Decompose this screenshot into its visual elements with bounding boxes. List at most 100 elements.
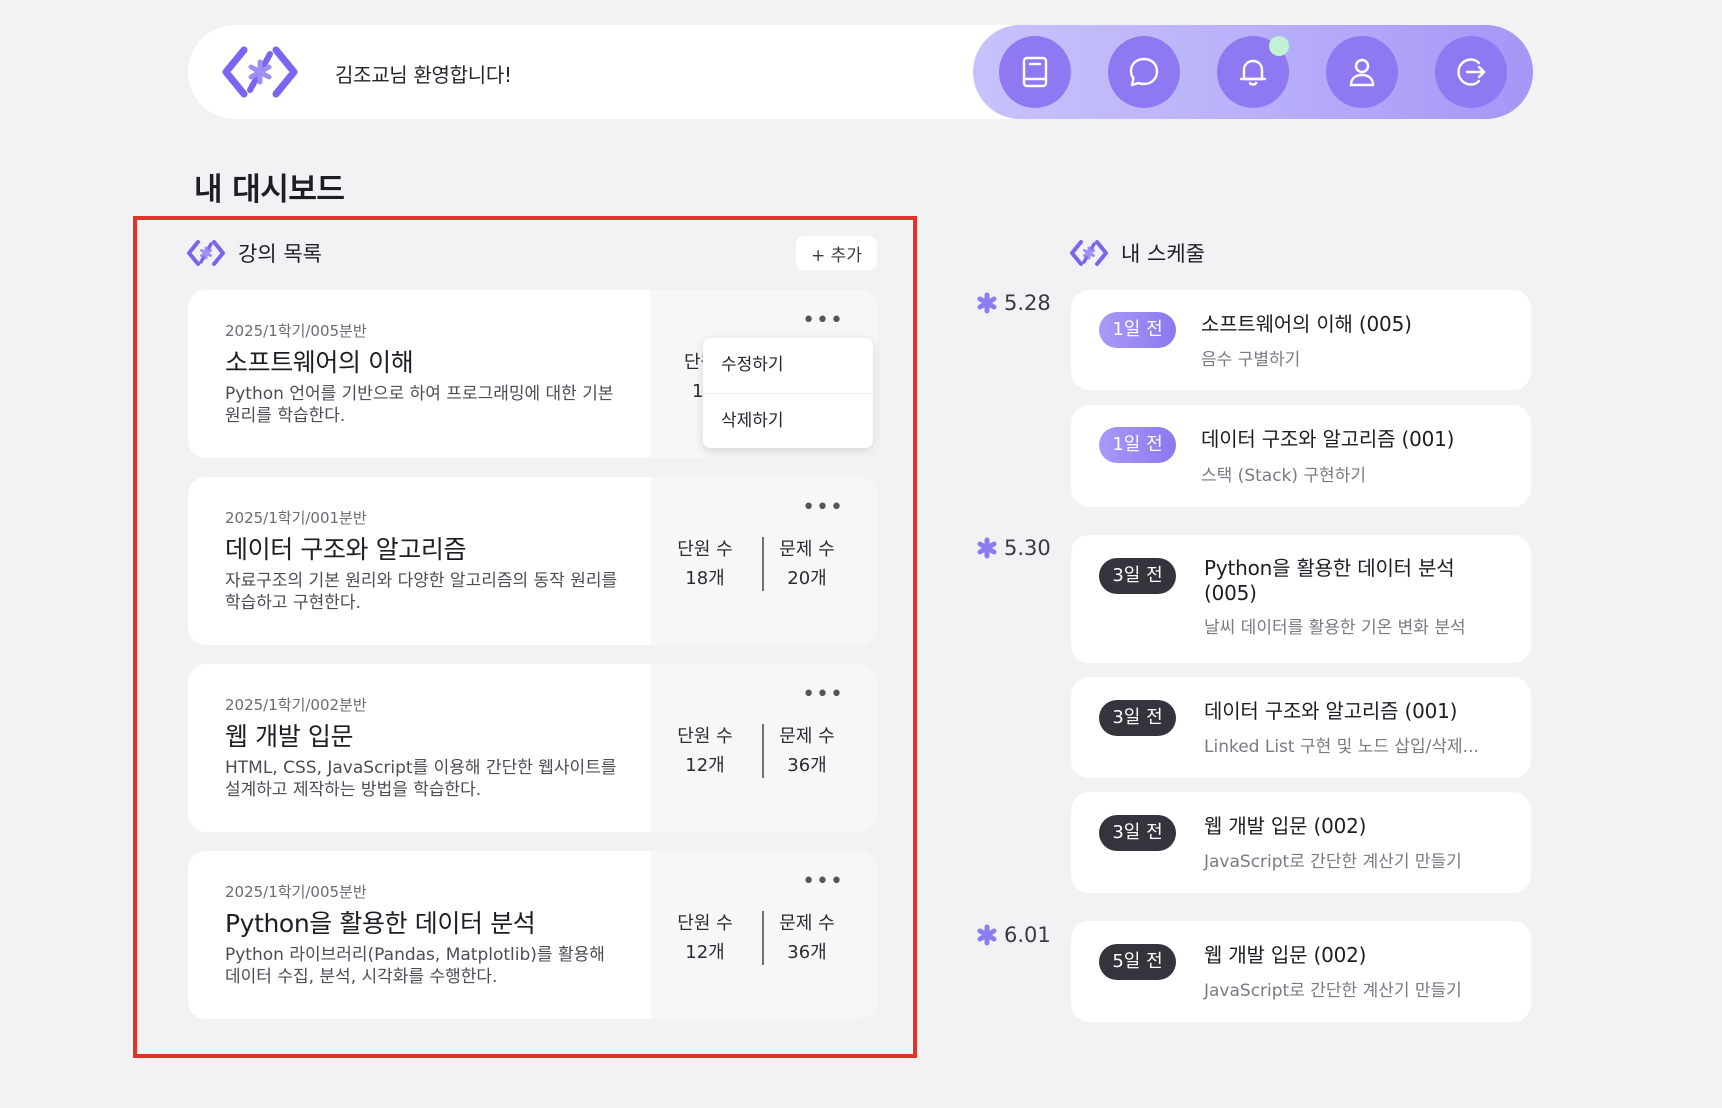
course-title: 데이터 구조와 알고리즘 xyxy=(225,535,467,564)
notification-dot xyxy=(1268,36,1289,56)
schedule-title: 데이터 구조와 알고리즘 (001) xyxy=(1204,699,1458,723)
units-stat: 단원 수 12개 xyxy=(670,909,740,967)
days-ago-badge: 3일 전 xyxy=(1099,700,1176,736)
edit-course-menu-item[interactable]: 수정하기 xyxy=(703,338,873,393)
user-icon xyxy=(1349,58,1374,87)
course-options-menu: 수정하기 삭제하기 xyxy=(703,338,873,448)
problems-stat: 문제 수 36개 xyxy=(772,909,842,967)
more-options-button[interactable]: ••• xyxy=(802,310,844,332)
asterisk-icon xyxy=(977,292,997,314)
logo-icon[interactable] xyxy=(220,42,300,102)
schedule-item[interactable]: 5일 전 웹 개발 입문 (002) JavaScript로 간단한 계산기 만… xyxy=(1071,921,1531,1022)
more-options-button[interactable]: ••• xyxy=(802,684,844,706)
schedule-item[interactable]: 3일 전 웹 개발 입문 (002) JavaScript로 간단한 계산기 만… xyxy=(1071,792,1531,893)
schedule-section-title: 내 스케줄 xyxy=(1121,242,1205,266)
stat-divider xyxy=(762,724,764,778)
schedule-title: 웹 개발 입문 (002) xyxy=(1204,814,1367,838)
top-header: 김조교님 환영합니다! xyxy=(188,25,1533,119)
course-description: 자료구조의 기본 원리와 다양한 알고리즘의 동작 원리를 학습하고 구현한다. xyxy=(225,571,618,613)
delete-course-menu-item[interactable]: 삭제하기 xyxy=(703,393,873,448)
stat-divider xyxy=(762,537,764,591)
add-course-button[interactable]: + 추가 xyxy=(796,236,877,270)
schedule-item[interactable]: 1일 전 소프트웨어의 이해 (005) 음수 구별하기 xyxy=(1071,290,1531,390)
course-stats-panel: ••• 단원 수 12개 문제 수 36개 xyxy=(650,851,877,1019)
schedule-subtitle: 음수 구별하기 xyxy=(1201,350,1301,370)
schedule-title-line: Python을 활용한 데이터 분석 xyxy=(1204,556,1455,580)
schedule-item[interactable]: 3일 전 데이터 구조와 알고리즘 (001) Linked List 구현 및… xyxy=(1071,677,1531,778)
nav-chat-button[interactable] xyxy=(1108,36,1181,108)
problems-value: 36개 xyxy=(787,942,827,963)
problems-stat: 문제 수 20개 xyxy=(772,535,842,593)
days-ago-badge: 1일 전 xyxy=(1099,427,1176,463)
schedule-title: 웹 개발 입문 (002) xyxy=(1204,943,1367,967)
nav-notifications-button[interactable] xyxy=(1216,36,1289,108)
more-options-button[interactable]: ••• xyxy=(802,497,844,519)
days-ago-badge: 5일 전 xyxy=(1099,944,1176,980)
logo-small-icon xyxy=(1070,240,1108,266)
problems-label: 문제 수 xyxy=(779,913,835,934)
units-label: 단원 수 xyxy=(677,726,733,747)
schedule-title: 소프트웨어의 이해 (005) xyxy=(1201,312,1412,336)
course-term: 2025/1학기/005분반 xyxy=(225,322,367,340)
units-stat: 단원 수 12개 xyxy=(670,722,740,780)
nav-courses-button[interactable] xyxy=(999,36,1072,108)
logout-icon xyxy=(1456,58,1485,86)
problems-value: 36개 xyxy=(787,755,827,776)
course-title: Python을 활용한 데이터 분석 xyxy=(225,909,536,938)
schedule-title: 데이터 구조와 알고리즘 (001) xyxy=(1201,427,1455,451)
problems-label: 문제 수 xyxy=(779,539,835,560)
course-description: HTML, CSS, JavaScript를 이용해 간단한 웹사이트를 설계하… xyxy=(225,758,617,800)
schedule-date: 5.28 xyxy=(976,291,1051,315)
asterisk-icon xyxy=(977,924,997,946)
schedule-subtitle: JavaScript로 간단한 계산기 만들기 xyxy=(1204,981,1462,1001)
course-term: 2025/1학기/005분반 xyxy=(225,883,367,901)
schedule-title-line: (005) xyxy=(1204,581,1257,605)
course-term: 2025/1학기/002분반 xyxy=(225,696,367,714)
units-value: 12개 xyxy=(685,942,725,963)
nav-logout-button[interactable] xyxy=(1434,36,1507,108)
schedule-item[interactable]: 1일 전 데이터 구조와 알고리즘 (001) 스택 (Stack) 구현하기 xyxy=(1071,405,1531,507)
problems-value: 20개 xyxy=(787,568,827,589)
course-stats-panel: ••• 단원 수 12개 문제 수 36개 xyxy=(650,664,877,832)
courses-section-title: 강의 목록 xyxy=(238,242,322,266)
schedule-title: Python을 활용한 데이터 분석 (005) xyxy=(1204,556,1455,606)
chat-icon xyxy=(1129,57,1159,87)
page-title: 내 대시보드 xyxy=(194,172,345,208)
units-value: 12개 xyxy=(685,755,725,776)
course-card[interactable]: 2025/1학기/005분반 Python을 활용한 데이터 분석 Python… xyxy=(188,851,877,1019)
units-stat: 단원 수 18개 xyxy=(670,535,740,593)
schedule-subtitle: JavaScript로 간단한 계산기 만들기 xyxy=(1204,852,1462,872)
book-icon xyxy=(1023,56,1048,88)
course-term: 2025/1학기/001분반 xyxy=(225,509,367,527)
date-text: 5.28 xyxy=(1004,291,1051,315)
more-options-button[interactable]: ••• xyxy=(802,871,844,893)
nav-profile-button[interactable] xyxy=(1325,36,1398,108)
days-ago-badge: 3일 전 xyxy=(1099,558,1176,594)
schedule-date: 5.30 xyxy=(976,536,1051,560)
schedule-section-header: 내 스케줄 xyxy=(1069,238,1205,268)
schedule-item[interactable]: 3일 전 Python을 활용한 데이터 분석 (005) 날씨 데이터를 활용… xyxy=(1071,535,1531,663)
days-ago-badge: 3일 전 xyxy=(1099,815,1176,851)
courses-section-header: 강의 목록 xyxy=(186,238,322,268)
schedule-subtitle: 스택 (Stack) 구현하기 xyxy=(1201,466,1366,486)
schedule-date: 6.01 xyxy=(976,923,1051,947)
asterisk-icon xyxy=(977,537,997,559)
schedule-subtitle: Linked List 구현 및 노드 삽입/삭제... xyxy=(1204,737,1479,757)
welcome-text: 김조교님 환영합니다! xyxy=(335,63,512,87)
course-stats-panel: ••• 단원 수 18개 문제 수 20개 xyxy=(650,477,877,645)
units-label: 단원 수 xyxy=(677,539,733,560)
units-label: 단원 수 xyxy=(677,913,733,934)
problems-label: 문제 수 xyxy=(779,726,835,747)
problems-stat: 문제 수 36개 xyxy=(772,722,842,780)
course-description: Python 라이브러리(Pandas, Matplotlib)를 활용해 데이… xyxy=(225,945,605,987)
stat-divider xyxy=(762,911,764,965)
course-title: 웹 개발 입문 xyxy=(225,722,354,751)
course-card[interactable]: 2025/1학기/001분반 데이터 구조와 알고리즘 자료구조의 기본 원리와… xyxy=(188,477,877,645)
course-description: Python 언어를 기반으로 하여 프로그래밍에 대한 기본 원리를 학습한다… xyxy=(225,384,614,426)
date-text: 5.30 xyxy=(1004,536,1051,560)
course-card[interactable]: 2025/1학기/002분반 웹 개발 입문 HTML, CSS, JavaSc… xyxy=(188,664,877,832)
date-text: 6.01 xyxy=(1004,923,1051,947)
logo-small-icon xyxy=(187,240,225,266)
nav-bar xyxy=(973,25,1533,119)
days-ago-badge: 1일 전 xyxy=(1099,312,1176,348)
